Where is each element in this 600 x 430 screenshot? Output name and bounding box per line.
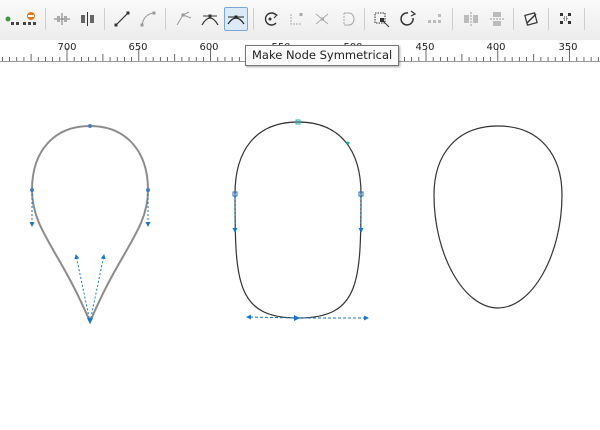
reverse-direction-icon xyxy=(264,12,278,26)
cusp-node[interactable] xyxy=(87,318,93,324)
horizontal-mirror-button[interactable] xyxy=(459,7,483,31)
extend-curve-icon xyxy=(290,13,303,25)
break-curve-icon xyxy=(81,12,94,26)
make-node-symmetrical-icon xyxy=(227,15,245,25)
toolbar-separator xyxy=(452,8,453,30)
rotate-nodes-button[interactable] xyxy=(397,7,421,31)
toolbar-separator xyxy=(513,8,514,30)
to-curve-button[interactable] xyxy=(136,7,160,31)
reflect-nodes-icon xyxy=(374,12,390,28)
make-node-symmetrical-button[interactable] xyxy=(224,7,248,31)
break-curve-button[interactable] xyxy=(76,7,100,31)
vertical-mirror-icon xyxy=(490,12,504,26)
join-nodes-button[interactable] xyxy=(50,7,74,31)
selected-shape[interactable] xyxy=(232,119,369,321)
symmetric-handle-left[interactable] xyxy=(246,314,299,320)
make-node-smooth-icon xyxy=(201,14,219,26)
vertical-mirror-button[interactable] xyxy=(485,7,509,31)
make-node-smooth-button[interactable] xyxy=(198,7,222,31)
node-top[interactable] xyxy=(88,124,92,128)
select-all-nodes-button[interactable] xyxy=(555,7,579,31)
extract-subpath-icon xyxy=(315,13,329,25)
egg-shape[interactable] xyxy=(433,125,563,309)
toolbar-separator xyxy=(104,8,105,30)
toolbar-separator xyxy=(548,8,549,30)
drawing-canvas[interactable] xyxy=(0,62,600,430)
to-line-button[interactable] xyxy=(110,7,134,31)
control-handle[interactable] xyxy=(74,254,91,323)
reverse-direction-button[interactable] xyxy=(259,7,283,31)
delete-node-button[interactable] xyxy=(18,7,42,31)
toolbar-separator xyxy=(364,8,365,30)
make-node-cusp-button[interactable] xyxy=(172,7,196,31)
toolbar-separator xyxy=(253,8,254,30)
toolbar-separator xyxy=(165,8,166,30)
toolbar-separator xyxy=(584,8,585,30)
align-nodes-icon xyxy=(428,14,441,23)
control-point[interactable] xyxy=(346,141,350,145)
toolbar-separator xyxy=(45,8,46,30)
reflect-nodes-button[interactable] xyxy=(370,7,394,31)
extract-subpath-button[interactable] xyxy=(311,7,335,31)
align-nodes-button[interactable] xyxy=(423,7,447,31)
control-handle[interactable] xyxy=(89,254,106,323)
elastic-mode-button[interactable] xyxy=(520,7,544,31)
teardrop-path[interactable] xyxy=(30,124,150,325)
selected-node[interactable] xyxy=(294,315,300,321)
extend-curve-button[interactable] xyxy=(285,7,309,31)
to-line-icon xyxy=(114,11,130,27)
elastic-mode-icon xyxy=(524,12,538,26)
rotate-nodes-icon xyxy=(400,10,417,26)
make-node-cusp-icon xyxy=(176,11,192,26)
selected-path[interactable] xyxy=(234,121,362,319)
auto-close-icon xyxy=(343,12,355,26)
join-nodes-icon xyxy=(54,13,70,25)
auto-close-button[interactable] xyxy=(336,7,360,31)
delete-node-icon xyxy=(23,12,36,25)
horizontal-mirror-icon xyxy=(464,12,478,26)
to-curve-icon xyxy=(140,11,156,27)
select-all-nodes-icon xyxy=(560,13,571,24)
property-bar xyxy=(0,0,600,41)
teardrop-shape[interactable] xyxy=(29,124,151,325)
